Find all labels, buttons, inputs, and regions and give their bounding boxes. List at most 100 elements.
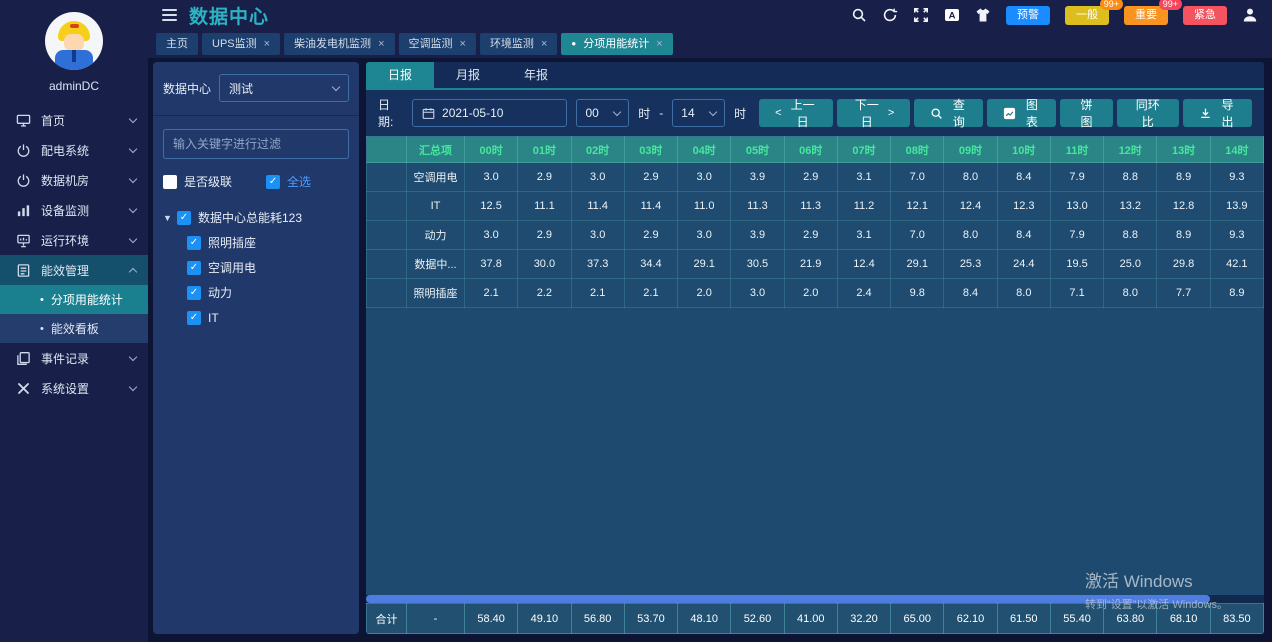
alarm-button-重要[interactable]: 重要99+	[1124, 6, 1168, 25]
sidebar-item-label: 配电系统	[41, 142, 130, 159]
chevron-down-icon	[129, 144, 137, 152]
nav-tab-环境监测[interactable]: 环境监测×	[480, 33, 557, 55]
button-上一日[interactable]: <上一日	[759, 99, 833, 127]
value-cell: 25.0	[1104, 250, 1157, 279]
sidebar-item-label: 系统设置	[41, 380, 130, 397]
sidebar-subitem-能效看板[interactable]: •能效看板	[0, 314, 148, 343]
alarm-button-一般[interactable]: 一般99+	[1065, 6, 1109, 25]
column-header: 14时	[1210, 137, 1263, 163]
sidebar-item-首页[interactable]: 首页	[0, 105, 148, 135]
sidebar-item-设备监测[interactable]: 设备监测	[0, 195, 148, 225]
tree-item-label: IT	[208, 311, 219, 325]
button-导出[interactable]: 导出	[1183, 99, 1252, 127]
alarm-button-紧急[interactable]: 紧急	[1183, 6, 1227, 25]
value-cell: 3.0	[571, 221, 624, 250]
nav-tab-柴油发电机监测[interactable]: 柴油发电机监测×	[284, 33, 394, 55]
hour-to-select[interactable]: 14	[672, 99, 725, 127]
horizontal-scrollbar[interactable]	[366, 595, 1264, 603]
tree-item-checkbox[interactable]: ✓	[187, 261, 201, 275]
power-icon	[16, 173, 31, 188]
value-cell: 13.0	[1050, 192, 1103, 221]
cascade-checkbox[interactable]	[163, 175, 177, 189]
totals-value-cell: 53.70	[624, 604, 677, 634]
report-tab-日报[interactable]: 日报	[366, 62, 434, 88]
close-icon[interactable]: ×	[264, 33, 270, 55]
power-icon	[16, 143, 31, 158]
checkbox-cell	[367, 279, 407, 308]
value-cell: 8.0	[944, 163, 997, 192]
active-tab-dot-icon: ●	[571, 33, 576, 55]
close-icon[interactable]: ×	[460, 33, 466, 55]
value-cell: 8.0	[997, 279, 1050, 308]
report-tab-月报[interactable]: 月报	[434, 62, 502, 88]
tree-item-照明插座[interactable]: ✓照明插座	[163, 230, 349, 255]
button-图表[interactable]: 图表	[987, 99, 1056, 127]
sidebar-item-运行环境[interactable]: 运行环境	[0, 225, 148, 255]
value-cell: 3.0	[731, 279, 784, 308]
datacenter-select-value: 测试	[229, 80, 333, 97]
value-cell: 9.8	[891, 279, 944, 308]
energy-table: 汇总项00时01时02时03时04时05时06时07时08时09时10时11时1…	[366, 136, 1264, 308]
scrollbar-thumb[interactable]	[366, 595, 1210, 603]
totals-value-cell: 32.20	[837, 604, 890, 634]
avatar[interactable]	[45, 12, 103, 70]
column-header: 11时	[1050, 137, 1103, 163]
close-icon[interactable]: ×	[656, 33, 662, 55]
date-picker[interactable]	[412, 99, 567, 127]
button-饼图[interactable]: 饼图	[1060, 99, 1112, 127]
sidebar-subitem-分项用能统计[interactable]: •分项用能统计	[0, 285, 148, 314]
filter-panel: 数据中心 测试 是否级联 ✓ 全选 ▼	[153, 62, 359, 634]
value-cell: 2.0	[678, 279, 731, 308]
tree-root-checkbox[interactable]: ✓	[177, 211, 191, 225]
value-cell: 12.3	[997, 192, 1050, 221]
value-cell: 11.1	[518, 192, 571, 221]
datacenter-select[interactable]: 测试	[219, 74, 349, 102]
nav-tab-主页[interactable]: 主页	[156, 33, 198, 55]
sidebar-item-label: 设备监测	[41, 202, 130, 219]
totals-value-cell: 61.50	[997, 604, 1050, 634]
range-separator: -	[659, 106, 663, 120]
totals-value-cell: 58.40	[465, 604, 518, 634]
tree-expand-icon[interactable]: ▼	[163, 213, 177, 223]
tree-item-动力[interactable]: ✓动力	[163, 280, 349, 305]
button-同环比[interactable]: 同环比	[1117, 99, 1179, 127]
totals-row-table: 合计-58.4049.1056.8053.7048.1052.6041.0032…	[366, 603, 1264, 634]
value-cell: 2.9	[784, 221, 837, 250]
sidebar-item-事件记录[interactable]: 事件记录	[0, 343, 148, 373]
button-查询[interactable]: 查询	[914, 99, 983, 127]
tree-item-IT[interactable]: ✓ IT	[163, 305, 349, 330]
value-cell: 11.0	[678, 192, 731, 221]
value-cell: 2.9	[624, 163, 677, 192]
select-all-checkbox[interactable]: ✓	[266, 175, 280, 189]
close-icon[interactable]: ×	[378, 33, 384, 55]
value-cell: 7.7	[1157, 279, 1210, 308]
nav-tab-分项用能统计[interactable]: ●分项用能统计×	[561, 33, 672, 55]
sidebar: adminDC 首页配电系统数据机房设备监测运行环境能效管理•分项用能统计•能效…	[0, 0, 148, 642]
keyword-filter-input[interactable]	[163, 129, 349, 159]
close-icon[interactable]: ×	[541, 33, 547, 55]
sidebar-item-系统设置[interactable]: 系统设置	[0, 373, 148, 403]
nav-tab-UPS监测[interactable]: UPS监测×	[202, 33, 280, 55]
tree-item-checkbox[interactable]: ✓	[187, 311, 201, 325]
totals-value-cell: 63.80	[1104, 604, 1157, 634]
sidebar-item-数据机房[interactable]: 数据机房	[0, 165, 148, 195]
theme-icon	[975, 7, 991, 23]
value-cell: 11.4	[624, 192, 677, 221]
chevron-up-icon	[129, 267, 137, 275]
tree-item-checkbox[interactable]: ✓	[187, 286, 201, 300]
nav-tab-空调监测[interactable]: 空调监测×	[399, 33, 476, 55]
date-input[interactable]	[442, 106, 542, 120]
report-tab-年报[interactable]: 年报	[502, 62, 570, 88]
row-label: 动力	[407, 221, 465, 250]
sidebar-item-配电系统[interactable]: 配电系统	[0, 135, 148, 165]
sidebar-item-能效管理[interactable]: 能效管理	[0, 255, 148, 285]
button-下一日[interactable]: 下一日>	[837, 99, 911, 127]
tree-item-checkbox[interactable]: ✓	[187, 236, 201, 250]
tree-item-空调用电[interactable]: ✓空调用电	[163, 255, 349, 280]
calendar-icon	[422, 107, 435, 120]
tree-root[interactable]: ▼ ✓ 数据中心总能耗123	[163, 205, 349, 230]
alarm-button-预警[interactable]: 预警	[1006, 6, 1050, 25]
hour-from-select[interactable]: 00	[576, 99, 629, 127]
hamburger-icon[interactable]	[162, 9, 177, 21]
sidebar-item-label: 事件记录	[41, 350, 130, 367]
